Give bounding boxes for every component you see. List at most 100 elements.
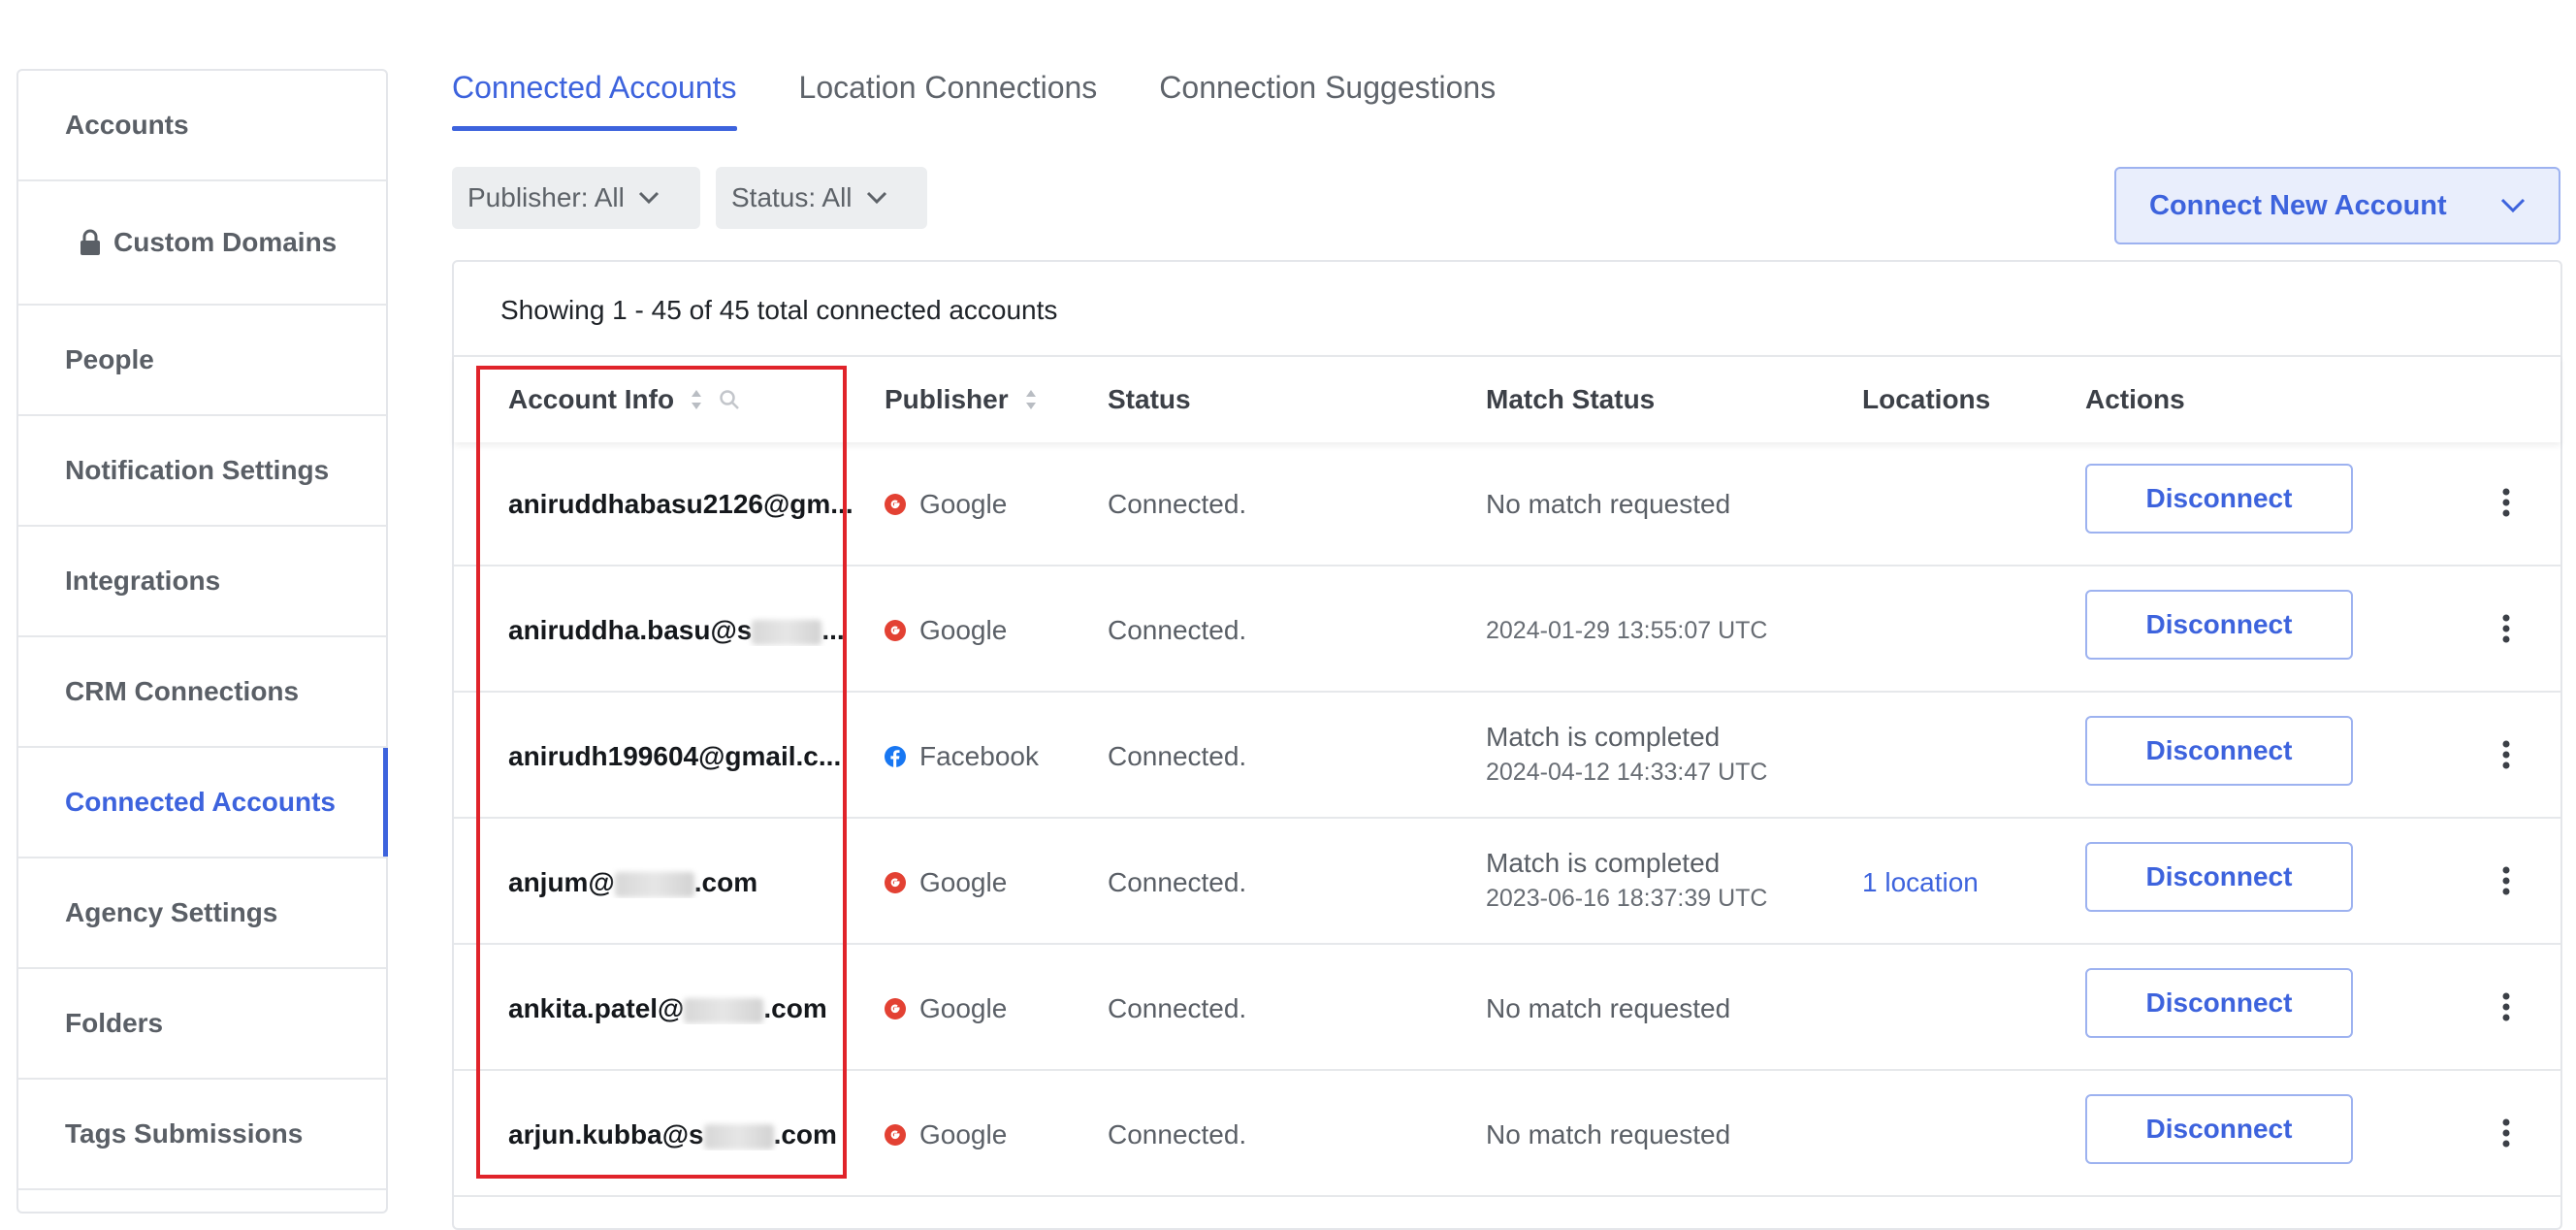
sidebar-item-label: Integrations bbox=[65, 566, 221, 596]
disconnect-button[interactable]: Disconnect bbox=[2085, 1094, 2353, 1164]
redacted-text bbox=[752, 619, 822, 645]
column-header-account-info[interactable]: Account Info bbox=[508, 384, 740, 415]
disconnect-button[interactable]: Disconnect bbox=[2085, 464, 2353, 534]
account-email: aniruddha.basu@s... bbox=[508, 615, 845, 645]
sidebar-item-label: Connected Accounts bbox=[65, 787, 336, 817]
column-header-publisher[interactable]: Publisher bbox=[885, 384, 1038, 415]
more-options-icon[interactable] bbox=[2500, 865, 2512, 896]
disconnect-button[interactable]: Disconnect bbox=[2085, 590, 2353, 660]
account-email: ankita.patel@ .com bbox=[508, 993, 827, 1023]
disconnect-button[interactable]: Disconnect bbox=[2085, 842, 2353, 912]
column-header-status: Status bbox=[1108, 384, 1191, 415]
column-label: Status bbox=[1108, 384, 1191, 414]
more-options-icon[interactable] bbox=[2500, 739, 2512, 770]
google-icon bbox=[885, 998, 906, 1020]
sidebar-item-label: CRM Connections bbox=[65, 676, 300, 706]
chevron-down-icon bbox=[638, 191, 659, 205]
sidebar-item-label: Agency Settings bbox=[65, 897, 278, 927]
publisher-name: Facebook bbox=[919, 741, 1039, 771]
sidebar-item-crm-connections[interactable]: CRM Connections bbox=[18, 637, 386, 748]
more-options-icon[interactable] bbox=[2500, 487, 2512, 518]
table-header: Account Info Publisher Status Match Stat… bbox=[454, 355, 2560, 442]
publisher-name: Google bbox=[919, 489, 1008, 519]
sidebar-item-notification-settings[interactable]: Notification Settings bbox=[18, 416, 386, 527]
sort-icon[interactable] bbox=[690, 388, 703, 411]
publisher-cell: Google bbox=[885, 993, 1007, 1024]
connection-status: Connected. bbox=[1108, 867, 1247, 897]
tab-bar: Connected Accounts Location Connections … bbox=[452, 70, 1558, 131]
publisher-name: Google bbox=[919, 993, 1008, 1023]
sidebar-item-label: Notification Settings bbox=[65, 455, 330, 485]
sidebar-item-tags-submissions[interactable]: Tags Submissions bbox=[18, 1080, 386, 1190]
column-header-match-status: Match Status bbox=[1486, 384, 1655, 415]
table-row: anirudh199604@gmail.c... Facebook Connec… bbox=[454, 693, 2560, 819]
table-row: ankita.patel@ .com Google Connected. No m… bbox=[454, 945, 2560, 1071]
chevron-down-icon bbox=[866, 191, 886, 205]
connection-status: Connected. bbox=[1108, 615, 1247, 645]
disconnect-button[interactable]: Disconnect bbox=[2085, 716, 2353, 786]
search-icon[interactable] bbox=[719, 389, 740, 410]
connected-accounts-table: Showing 1 - 45 of 45 total connected acc… bbox=[452, 260, 2562, 1230]
sort-icon[interactable] bbox=[1024, 388, 1038, 411]
table-row: aniruddha.basu@s... Google Connected. 20… bbox=[454, 566, 2560, 693]
match-status: No match requested bbox=[1486, 489, 1731, 519]
sidebar-item-label: Custom Domains bbox=[113, 227, 338, 257]
sidebar-item-agency-settings[interactable]: Agency Settings bbox=[18, 858, 386, 969]
publisher-cell: Google bbox=[885, 1119, 1007, 1150]
redacted-text bbox=[614, 871, 694, 897]
column-label: Publisher bbox=[885, 384, 1009, 414]
connection-status: Connected. bbox=[1108, 489, 1247, 519]
google-icon bbox=[885, 494, 906, 515]
match-status: Match is completed 2024-04-12 14:33:47 UT… bbox=[1486, 722, 1768, 786]
chevron-down-icon bbox=[2500, 198, 2526, 213]
results-summary: Showing 1 - 45 of 45 total connected acc… bbox=[500, 295, 1058, 325]
publisher-name: Google bbox=[919, 1119, 1008, 1149]
disconnect-button[interactable]: Disconnect bbox=[2085, 968, 2353, 1038]
lock-icon bbox=[80, 229, 100, 255]
connection-status: Connected. bbox=[1108, 993, 1247, 1023]
locations-link[interactable]: 1 location bbox=[1862, 867, 1979, 898]
publisher-cell: Facebook bbox=[885, 741, 1039, 772]
sidebar-item-folders[interactable]: Folders bbox=[18, 969, 386, 1080]
more-options-icon[interactable] bbox=[2500, 1117, 2512, 1149]
match-status: 2024-01-29 13:55:07 UTC bbox=[1486, 617, 1768, 644]
publisher-filter-dropdown[interactable]: Publisher: All bbox=[452, 167, 700, 229]
account-email: anjum@ .com bbox=[508, 867, 758, 897]
tab-connected-accounts[interactable]: Connected Accounts bbox=[452, 70, 737, 131]
sidebar-item-people[interactable]: People bbox=[18, 306, 386, 416]
sidebar-item-integrations[interactable]: Integrations bbox=[18, 527, 386, 637]
account-email: arjun.kubba@s .com bbox=[508, 1119, 837, 1149]
sidebar-item-label: People bbox=[65, 344, 154, 374]
google-icon bbox=[885, 1124, 906, 1146]
account-email: aniruddhabasu2126@gm... bbox=[508, 489, 853, 519]
column-header-actions: Actions bbox=[2085, 384, 2185, 415]
connect-new-account-button[interactable]: Connect New Account bbox=[2114, 167, 2560, 244]
sidebar-item-connected-accounts[interactable]: Connected Accounts bbox=[18, 748, 388, 858]
column-label: Account Info bbox=[508, 384, 675, 414]
table-row: arjun.kubba@s .com Google Connected. No m… bbox=[454, 1071, 2560, 1197]
connection-status: Connected. bbox=[1108, 1119, 1247, 1149]
more-options-icon[interactable] bbox=[2500, 613, 2512, 644]
publisher-filter-label: Publisher: All bbox=[467, 182, 625, 212]
sidebar-item-label: Accounts bbox=[65, 110, 189, 140]
sidebar-item-label: Folders bbox=[65, 1008, 164, 1038]
column-label: Locations bbox=[1862, 384, 1991, 414]
google-icon bbox=[885, 620, 906, 641]
status-filter-label: Status: All bbox=[731, 182, 853, 212]
tab-connection-suggestions[interactable]: Connection Suggestions bbox=[1159, 70, 1496, 123]
sidebar-item-custom-domains[interactable]: Custom Domains bbox=[18, 181, 386, 306]
tab-location-connections[interactable]: Location Connections bbox=[799, 70, 1098, 123]
account-email: anirudh199604@gmail.c... bbox=[508, 741, 842, 771]
table-row: aniruddhabasu2126@gm... Google Connected… bbox=[454, 440, 2560, 566]
redacted-text bbox=[684, 997, 764, 1023]
publisher-cell: Google bbox=[885, 867, 1007, 898]
status-filter-dropdown[interactable]: Status: All bbox=[716, 167, 927, 229]
connection-status: Connected. bbox=[1108, 741, 1247, 771]
column-header-locations: Locations bbox=[1862, 384, 1990, 415]
column-label: Match Status bbox=[1486, 384, 1656, 414]
sidebar-item-accounts[interactable]: Accounts bbox=[18, 71, 386, 181]
more-options-icon[interactable] bbox=[2500, 991, 2512, 1022]
table-row: anjum@ .com Google Connected. Match is co… bbox=[454, 819, 2560, 945]
match-status: No match requested bbox=[1486, 993, 1731, 1023]
connect-new-account-label: Connect New Account bbox=[2149, 189, 2447, 221]
